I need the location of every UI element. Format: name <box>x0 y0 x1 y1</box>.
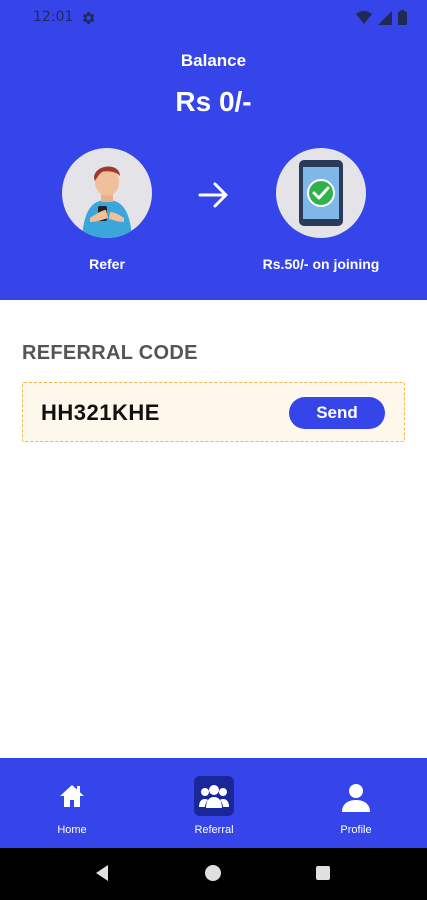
gear-icon <box>82 12 95 24</box>
nav-item-profile[interactable]: Profile <box>296 758 416 848</box>
balance-value: Rs 0/- <box>175 86 252 117</box>
send-button[interactable]: Send <box>289 397 385 429</box>
group-icon <box>199 785 229 808</box>
referral-code-value: HH321KHE <box>41 400 160 425</box>
balance-label: Balance <box>180 51 247 70</box>
bottom-navigation: Home Referral Profile <box>0 758 427 848</box>
home-button-icon[interactable] <box>205 865 221 881</box>
person-icon <box>342 784 370 812</box>
system-icons <box>356 10 407 25</box>
nav-label-profile: Profile <box>340 824 372 836</box>
wifi-icon <box>356 10 372 24</box>
home-icon <box>60 785 84 807</box>
battery-icon <box>398 10 407 25</box>
referral-code-title: REFERRAL CODE <box>22 342 198 364</box>
status-bar: 12:01 <box>0 0 427 34</box>
arrow-right-icon <box>198 182 228 208</box>
person-with-phone-icon <box>82 166 132 238</box>
balance-header: 12:01 Balance Rs 0/- Refer Rs.50/- on jo… <box>0 0 427 300</box>
back-icon[interactable] <box>96 865 110 881</box>
phone-check-icon <box>299 160 343 226</box>
status-time: 12:01 <box>33 9 74 25</box>
referral-code-box: HH321KHE Send <box>22 382 405 442</box>
joining-illustration <box>276 148 366 238</box>
system-navigation-bar <box>0 848 427 900</box>
recents-icon[interactable] <box>316 866 330 880</box>
nav-label-referral: Referral <box>194 824 234 836</box>
nav-item-referral[interactable]: Referral <box>154 758 274 848</box>
nav-item-home[interactable]: Home <box>12 758 132 848</box>
signal-icon <box>378 10 392 25</box>
nav-label-home: Home <box>57 824 87 836</box>
refer-illustration <box>62 148 152 238</box>
refer-caption: Refer <box>89 256 125 272</box>
join-reward-caption: Rs.50/- on joining <box>262 256 380 272</box>
